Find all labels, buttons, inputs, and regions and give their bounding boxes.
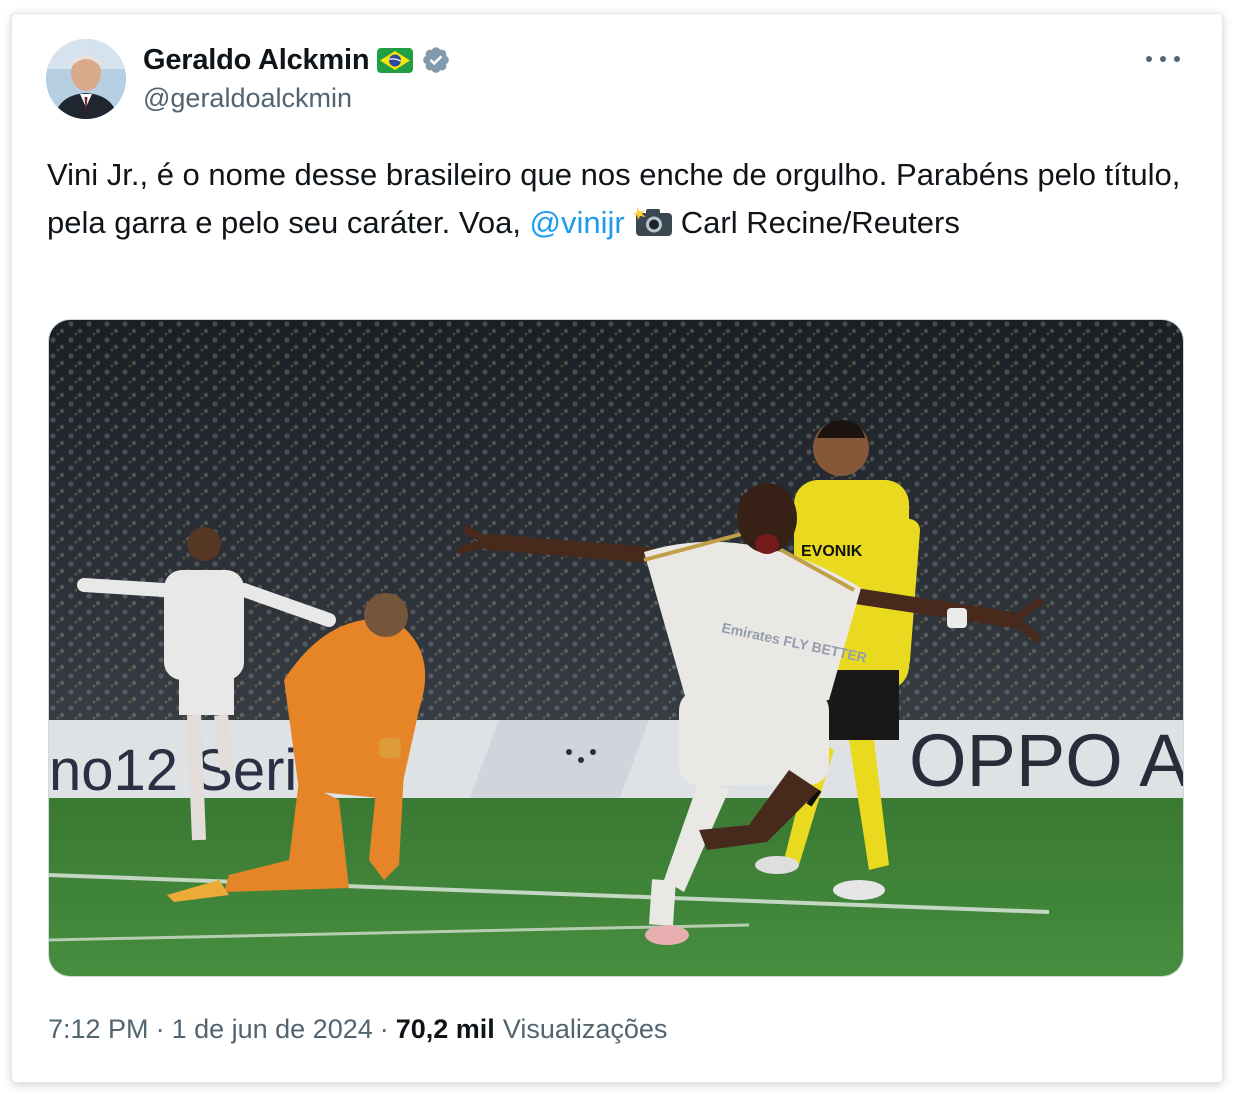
tweet-meta: 7:12 PM · 1 de jun de 2024 · 70,2 mil Vi… [48, 1014, 667, 1045]
author-display-name[interactable]: Geraldo Alckmin [143, 44, 370, 77]
camera-flash-icon [632, 204, 675, 236]
meta-separator: · [155, 1014, 165, 1044]
verified-badge-icon [421, 45, 451, 75]
photo-credit: Carl Recine/Reuters [680, 205, 960, 240]
author-avatar[interactable] [46, 39, 126, 119]
views-label[interactable]: Visualizações [503, 1014, 668, 1045]
tweet-photo[interactable]: no12 Series OPPO A EVONIK Emirates FLY B… [48, 319, 1184, 977]
author-name-row: Geraldo Alckmin [143, 42, 451, 78]
author-handle[interactable]: @geraldoalckmin [143, 83, 352, 114]
tweet-card: Geraldo Alckmin @geraldoalckmin Vini Jr.… [12, 14, 1222, 1082]
brazil-flag-icon [377, 47, 414, 73]
tweet-text: Vini Jr., é o nome desse brasileiro que … [47, 151, 1187, 247]
views-count[interactable]: 70,2 mil [396, 1014, 495, 1045]
mention-link[interactable]: @vinijr [530, 205, 625, 240]
tweet-date[interactable]: 1 de jun de 2024 [172, 1014, 373, 1045]
meta-separator: · [379, 1014, 389, 1044]
tweet-time[interactable]: 7:12 PM [48, 1014, 149, 1045]
more-options-icon[interactable] [1146, 48, 1180, 70]
